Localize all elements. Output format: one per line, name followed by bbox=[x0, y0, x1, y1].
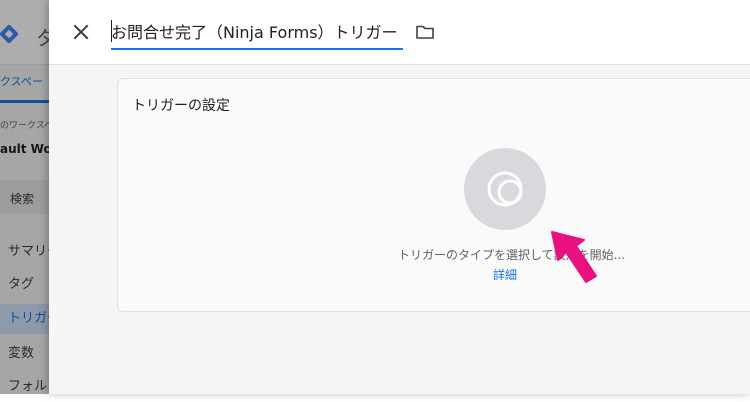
trigger-name-field[interactable] bbox=[111, 16, 403, 50]
choose-trigger-type-button[interactable] bbox=[464, 148, 546, 230]
trigger-name-input[interactable] bbox=[111, 16, 403, 46]
text-caret bbox=[111, 20, 112, 42]
card-title: トリガーの設定 bbox=[132, 98, 230, 114]
sheet-header bbox=[49, 0, 750, 65]
trigger-configuration-card: トリガーの設定 bbox=[117, 78, 750, 312]
trigger-editor-sheet: トリガーの設定 bbox=[49, 0, 750, 394]
close-icon[interactable] bbox=[69, 20, 93, 44]
trigger-type-icon bbox=[487, 171, 523, 207]
folder-icon[interactable] bbox=[415, 22, 435, 42]
details-link[interactable]: 詳細 bbox=[493, 266, 517, 283]
pointer-arrow-icon bbox=[551, 231, 597, 283]
